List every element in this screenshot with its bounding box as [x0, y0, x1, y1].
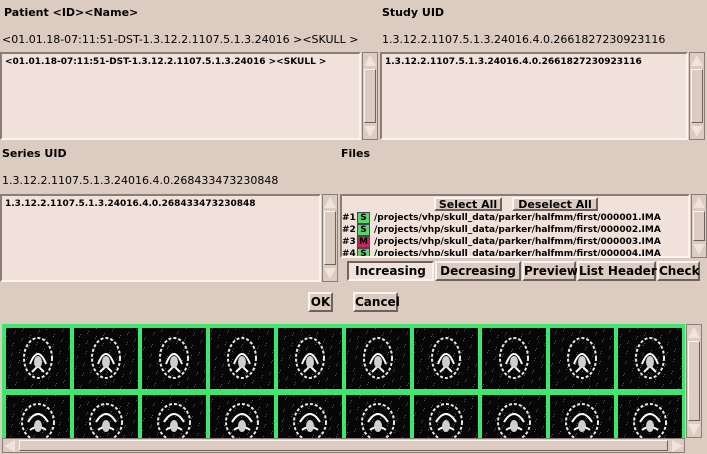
scroll-thumb[interactable] [688, 341, 700, 421]
scroll-right-icon[interactable] [672, 440, 683, 452]
slice-thumbnail[interactable] [278, 328, 342, 389]
scroll-thumb[interactable] [693, 211, 705, 241]
study-list[interactable]: 1.3.12.2.1107.5.1.3.24016.4.0.2661827230… [380, 52, 688, 140]
scroll-up-icon[interactable] [691, 55, 703, 66]
series-uid-label: Series UID [2, 147, 67, 160]
slice-thumbnail[interactable] [414, 395, 478, 438]
study-uid-label: Study UID [382, 6, 445, 19]
slice-thumbnail[interactable] [6, 395, 70, 438]
preview-button[interactable]: Preview [522, 261, 578, 281]
ok-button[interactable]: OK [308, 292, 333, 312]
deselect-all-button[interactable]: Deselect All [512, 197, 598, 211]
scroll-thumb[interactable] [364, 69, 376, 123]
file-index: #2 [342, 225, 356, 235]
patient-list-scrollbar[interactable] [362, 52, 378, 140]
slice-thumbnail[interactable] [482, 328, 546, 389]
files-label: Files [341, 147, 371, 160]
scroll-down-icon[interactable] [324, 268, 336, 279]
decreasing-button[interactable]: Decreasing [435, 261, 521, 281]
series-list-scrollbar[interactable] [322, 194, 338, 282]
file-row[interactable]: #4 S/projects/vhp/skull_data/parker/halfm… [342, 248, 661, 258]
file-path: /projects/vhp/skull_data/parker/halfmm/f… [374, 213, 661, 223]
slice-thumbnail[interactable] [550, 395, 614, 438]
slice-thumbnail[interactable] [482, 395, 546, 438]
slice-thumbnail[interactable] [74, 395, 138, 438]
cancel-button[interactable]: Cancel [353, 292, 400, 312]
scroll-left-icon[interactable] [4, 440, 15, 452]
series-list-item[interactable]: 1.3.12.2.1107.5.1.3.24016.4.0.2684334732… [2, 196, 319, 209]
select-all-button[interactable]: Select All [434, 197, 502, 211]
slice-thumbnail[interactable] [210, 395, 274, 438]
scroll-up-icon[interactable] [324, 197, 336, 208]
scroll-down-icon[interactable] [688, 424, 700, 435]
scroll-up-icon[interactable] [688, 327, 700, 338]
files-list[interactable]: Select All Deselect All #1 S/projects/vhp… [340, 194, 690, 258]
slice-thumbnail[interactable] [550, 328, 614, 389]
series-uid-value: 1.3.12.2.1107.5.1.3.24016.4.0.2684334732… [2, 174, 279, 187]
slice-thumbnail[interactable] [6, 328, 70, 389]
slice-thumbnail[interactable] [142, 395, 206, 438]
file-index: #3 [342, 237, 356, 247]
slice-thumbnail[interactable] [142, 328, 206, 389]
study-uid-value: 1.3.12.2.1107.5.1.3.24016.4.0.2661827230… [382, 33, 666, 46]
thumbnail-vertical-scrollbar[interactable] [686, 324, 702, 438]
scroll-up-icon[interactable] [693, 197, 705, 208]
file-path: /projects/vhp/skull_data/parker/halfmm/f… [374, 249, 661, 258]
study-list-scrollbar[interactable] [689, 52, 705, 140]
scroll-thumb[interactable] [324, 211, 336, 265]
file-row[interactable]: #3 M/projects/vhp/skull_data/parker/halfm… [342, 236, 661, 248]
patient-list-item[interactable]: <01.01.18-07:11:51-DST-1.3.12.2.1107.5.1… [2, 54, 359, 67]
slice-thumbnail[interactable] [210, 328, 274, 389]
file-index: #1 [342, 213, 356, 223]
slice-thumbnail[interactable] [74, 328, 138, 389]
patient-list[interactable]: <01.01.18-07:11:51-DST-1.3.12.2.1107.5.1… [0, 52, 361, 140]
slice-thumbnail[interactable] [414, 328, 478, 389]
file-status-toggle[interactable]: S [357, 248, 370, 256]
thumbnail-horizontal-scrollbar[interactable] [2, 438, 685, 453]
scroll-down-icon[interactable] [693, 244, 705, 255]
files-list-scrollbar[interactable] [691, 194, 707, 258]
slice-thumbnail[interactable] [618, 395, 682, 438]
thumbnail-grid[interactable] [2, 324, 685, 438]
scroll-down-icon[interactable] [691, 126, 703, 137]
file-row[interactable]: #2 S/projects/vhp/skull_data/parker/halfm… [342, 224, 661, 236]
scroll-thumb[interactable] [19, 440, 668, 451]
file-index: #4 [342, 249, 356, 258]
file-status-toggle[interactable]: S [357, 212, 370, 224]
study-list-item[interactable]: 1.3.12.2.1107.5.1.3.24016.4.0.2661827230… [382, 54, 686, 67]
slice-thumbnail[interactable] [278, 395, 342, 438]
file-path: /projects/vhp/skull_data/parker/halfmm/f… [374, 237, 661, 247]
patient-label: Patient <ID><Name> [4, 6, 139, 19]
scroll-up-icon[interactable] [364, 55, 376, 66]
increasing-button[interactable]: Increasing [347, 261, 434, 281]
slice-thumbnail[interactable] [618, 328, 682, 389]
check-button[interactable]: Check [657, 261, 700, 281]
patient-value: <01.01.18-07:11:51-DST-1.3.12.2.1107.5.1… [2, 33, 359, 46]
file-status-toggle[interactable]: M [357, 236, 370, 248]
scroll-thumb[interactable] [691, 69, 703, 123]
slice-thumbnail[interactable] [346, 328, 410, 389]
slice-thumbnail[interactable] [346, 395, 410, 438]
list-headers-button[interactable]: List Headers [577, 261, 664, 281]
file-row[interactable]: #1 S/projects/vhp/skull_data/parker/halfm… [342, 212, 661, 224]
file-path: /projects/vhp/skull_data/parker/halfmm/f… [374, 225, 661, 235]
file-status-toggle[interactable]: S [357, 224, 370, 236]
scroll-down-icon[interactable] [364, 126, 376, 137]
series-list[interactable]: 1.3.12.2.1107.5.1.3.24016.4.0.2684334732… [0, 194, 321, 282]
